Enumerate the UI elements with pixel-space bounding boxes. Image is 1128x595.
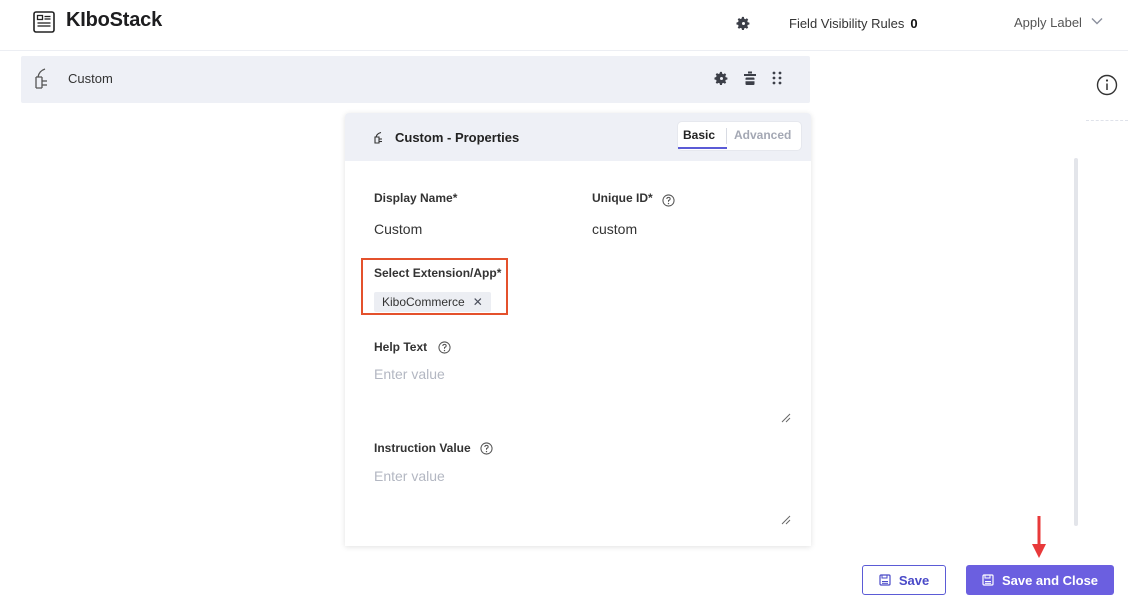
tab-separator xyxy=(726,128,727,144)
display-name-label: Display Name* xyxy=(374,191,458,205)
chevron-down-icon[interactable] xyxy=(1090,14,1104,28)
app-title: KIboStack xyxy=(66,9,163,31)
save-and-close-button[interactable]: Save and Close xyxy=(966,565,1114,595)
selected-extension-chip[interactable]: KiboCommerce ✕ xyxy=(374,292,491,312)
select-extension-label: Select Extension/App* xyxy=(374,266,502,280)
settings-gear-icon[interactable] xyxy=(736,16,751,31)
unique-id-field[interactable]: custom xyxy=(592,221,637,237)
save-button-label: Save xyxy=(898,572,930,588)
remove-chip-icon[interactable]: ✕ xyxy=(473,295,483,309)
help-question-icon[interactable] xyxy=(438,341,451,354)
tab-basic[interactable]: Basic xyxy=(683,128,715,146)
active-tab-indicator xyxy=(678,147,727,149)
display-name-field[interactable]: Custom xyxy=(374,221,422,237)
chip-label: KiboCommerce xyxy=(382,295,465,309)
drag-handle-icon[interactable] xyxy=(771,71,783,85)
field-settings-gear-icon[interactable] xyxy=(714,71,729,86)
tab-advanced[interactable]: Advanced xyxy=(734,128,791,142)
instruction-value-label: Instruction Value xyxy=(374,441,471,455)
delete-trash-icon[interactable] xyxy=(743,71,757,86)
panel-title: Custom - Properties xyxy=(395,130,520,145)
resize-handle-icon[interactable] xyxy=(781,413,791,423)
apply-label-dropdown[interactable]: Apply Label xyxy=(1014,15,1082,30)
unique-id-label: Unique ID* xyxy=(592,191,653,205)
instruction-value-textarea[interactable] xyxy=(374,468,794,528)
field-visibility-label: Field Visibility Rules xyxy=(789,16,905,31)
field-visibility-count: 0 xyxy=(910,16,918,31)
properties-panel: Custom - Properties Basic Advanced Displ… xyxy=(345,113,811,546)
save-and-close-label: Save and Close xyxy=(1001,572,1099,588)
resize-handle-icon[interactable] xyxy=(781,515,791,525)
field-row-custom[interactable] xyxy=(21,56,810,103)
form-logo-icon xyxy=(33,11,55,33)
divider xyxy=(1086,120,1128,121)
save-disk-icon xyxy=(982,574,994,586)
top-header xyxy=(0,0,1128,51)
field-visibility-rules-link[interactable]: Field Visibility Rules 0 xyxy=(789,16,918,31)
field-row-label: Custom xyxy=(68,71,113,86)
custom-field-icon xyxy=(35,68,47,89)
help-question-icon[interactable] xyxy=(662,194,675,207)
help-question-icon[interactable] xyxy=(480,442,493,455)
help-text-label: Help Text xyxy=(374,340,428,354)
info-icon[interactable] xyxy=(1096,74,1118,96)
annotation-arrow-icon xyxy=(1032,516,1046,558)
vertical-scrollbar[interactable] xyxy=(1074,158,1078,526)
basic-advanced-toggle: Basic Advanced xyxy=(678,122,801,150)
custom-field-icon xyxy=(374,132,382,144)
save-button[interactable]: Save xyxy=(862,565,946,595)
save-disk-icon xyxy=(879,574,891,586)
help-text-textarea[interactable] xyxy=(374,366,794,426)
